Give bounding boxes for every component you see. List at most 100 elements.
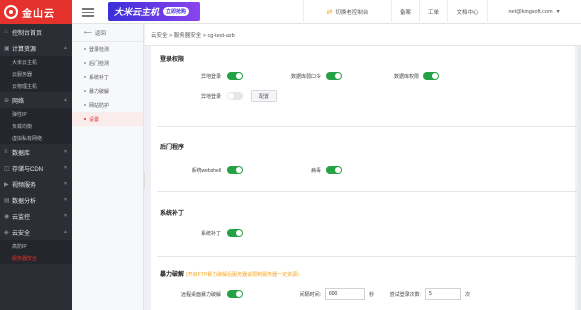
sidebar-subitem-anti-ddos[interactable]: 高防IP xyxy=(0,240,72,252)
sidebar-subitem-physical-host[interactable]: 云物理主机 xyxy=(0,80,72,92)
virus-switch[interactable] xyxy=(326,166,342,174)
section-title-backdoor: 后门程序 xyxy=(160,145,185,151)
db-weak-pwd-switch[interactable] xyxy=(326,72,342,80)
subnav-item-web-protect[interactable]: 网站防护 xyxy=(72,98,143,112)
ticket-link[interactable]: 工单 xyxy=(419,0,447,24)
sidebar-subitem-eip[interactable]: 弹性IP xyxy=(0,108,72,120)
sidebar-item-network[interactable]: ⊕ 网络 ▲ xyxy=(0,92,72,108)
main-content: 云安全 > 服务器安全 > cg-test-azb 登录权限 异地登录 数据库弱… xyxy=(145,24,581,310)
account-menu[interactable]: net@kingsoft.com ▼ xyxy=(487,0,581,24)
breadcrumb: 云安全 > 服务器安全 > cg-test-azb xyxy=(145,24,581,46)
virus-label: 病毒 xyxy=(310,168,321,174)
home-icon: ⌂ xyxy=(4,29,8,35)
bullet-icon xyxy=(84,104,86,106)
sidebar-item-label: 计算资源 xyxy=(12,46,37,53)
top-bar: 金山云 大米云主机 立即抢购 ⇄ 切换老控制台 备案 工单 文档中心 net@k… xyxy=(0,0,581,24)
rdp-bruteforce-switch[interactable] xyxy=(227,290,243,298)
sidebar-subitem-damiyun[interactable]: 大米云主机 xyxy=(0,56,72,68)
abnormal-login-switch[interactable] xyxy=(227,92,243,100)
sidebar: ⌂ 控制台首页 ▣ 计算资源 ▲ 大米云主机 云服务器 云物理主机 ⊕ 网络 ▲… xyxy=(0,24,72,310)
patch-label: 系统补丁 xyxy=(200,231,221,237)
sidebar-item-video[interactable]: ▶ 视频服务 ▼ xyxy=(0,176,72,192)
storage-icon: ◫ xyxy=(4,165,10,172)
logo-text: 金山云 xyxy=(22,8,55,20)
promo-banner[interactable]: 大米云主机 立即抢购 xyxy=(108,2,200,21)
chevron-up-icon: ▲ xyxy=(63,97,68,103)
section-title-login: 登录权限 xyxy=(160,57,185,63)
switch-console-link[interactable]: ⇄ 切换老控制台 xyxy=(303,0,391,24)
sidebar-item-label: 网络 xyxy=(12,98,25,105)
sidebar-subitem-cloud-server[interactable]: 云服务器 xyxy=(0,68,72,80)
bullet-icon xyxy=(84,90,86,92)
bruteforce-hint: (开启FTP暴力破解后服务器会限制服务器一定资源) xyxy=(186,272,299,278)
chevron-down-icon: ▼ xyxy=(63,181,68,187)
db-audit-switch[interactable] xyxy=(423,72,439,80)
promo-banner-tag[interactable]: 立即抢购 xyxy=(163,7,190,16)
sidebar-subitem-server-security[interactable]: 服务器安全 xyxy=(0,252,72,264)
subnav-item-patch[interactable]: 系统补丁 xyxy=(72,70,143,84)
subnav-label: 登录检测 xyxy=(89,46,110,53)
beian-link[interactable]: 备案 xyxy=(391,0,419,24)
login-config-button[interactable]: 配置 xyxy=(251,90,277,102)
rdp-bruteforce-label: 远程桌面暴力破解 xyxy=(180,292,221,298)
logo-icon xyxy=(4,5,18,19)
chart-icon: ▤ xyxy=(4,197,10,204)
interval-label: 间隔时间: xyxy=(299,292,321,298)
bullet-icon xyxy=(84,62,86,64)
switch-console-label: 切换老控制台 xyxy=(335,10,369,16)
subnav-label: 后门检测 xyxy=(89,60,110,67)
section-title-bruteforce: 暴力破解 (开启FTP暴力破解后服务器会限制服务器一定资源) xyxy=(160,269,299,278)
sidebar-item-label: 控制台首页 xyxy=(12,30,43,37)
docs-link[interactable]: 文档中心 xyxy=(447,0,487,24)
brand-logo[interactable]: 金山云 xyxy=(0,0,72,24)
database-icon: ≡ xyxy=(4,149,8,155)
attempts-unit: 次 xyxy=(465,292,471,298)
sidebar-subitem-slb[interactable]: 负载均衡 xyxy=(0,120,72,132)
chevron-up-icon: ▲ xyxy=(63,229,68,235)
account-email: net@kingsoft.com xyxy=(508,9,553,15)
attempts-label: 尝试登录次数: xyxy=(389,292,421,298)
subnav-label: 网站防护 xyxy=(89,102,110,109)
sidebar-item-label: 视频服务 xyxy=(12,182,37,189)
sidebar-item-compute[interactable]: ▣ 计算资源 ▲ xyxy=(0,40,72,56)
webshell-switch[interactable] xyxy=(227,166,243,174)
chevron-down-icon: ▼ xyxy=(63,165,68,171)
subnav-label: 暴力破解 xyxy=(89,88,110,95)
subnav-label: 系统补丁 xyxy=(89,74,110,81)
sidebar-item-monitor[interactable]: ◉ 云监控 ▼ xyxy=(0,208,72,224)
secondary-nav: ⟵ 返回 登录检测 后门检测 系统补丁 暴力破解 网站防护 设置 xyxy=(72,24,144,310)
attempts-input[interactable]: 5 xyxy=(425,288,461,300)
back-label: 返回 xyxy=(94,30,106,37)
sidebar-item-analytics[interactable]: ▤ 数据分析 ▼ xyxy=(0,192,72,208)
remote-login-switch[interactable] xyxy=(227,72,243,80)
bullet-icon xyxy=(84,118,86,120)
subnav-item-login-detect[interactable]: 登录检测 xyxy=(72,42,143,56)
sidebar-item-label: 云安全 xyxy=(12,230,31,237)
swap-icon: ⇄ xyxy=(326,9,333,16)
sidebar-item-database[interactable]: ≡ 数据库 ▼ xyxy=(0,144,72,160)
server-icon: ▣ xyxy=(4,45,10,52)
sidebar-item-storage[interactable]: ◫ 存储与CDN ▼ xyxy=(0,160,72,176)
back-link[interactable]: ⟵ 返回 xyxy=(72,24,143,42)
bullet-icon xyxy=(84,76,86,78)
section-divider xyxy=(157,256,581,257)
subnav-item-bruteforce[interactable]: 暴力破解 xyxy=(72,84,143,98)
sidebar-item-security[interactable]: ◈ 云安全 ▲ xyxy=(0,224,72,240)
hamburger-menu-icon[interactable] xyxy=(82,6,94,18)
sidebar-item-home[interactable]: ⌂ 控制台首页 xyxy=(0,24,72,40)
chevron-down-icon: ▼ xyxy=(63,197,68,203)
chevron-down-icon: ▼ xyxy=(63,149,68,155)
abnormal-login-label: 异地登录 xyxy=(200,94,221,100)
subnav-label: 设置 xyxy=(89,116,100,123)
patch-switch[interactable] xyxy=(227,229,243,237)
sidebar-item-label: 存储与CDN xyxy=(12,166,43,173)
sidebar-subitem-vpc[interactable]: 虚拟私有网络 xyxy=(0,132,72,144)
subnav-item-backdoor[interactable]: 后门检测 xyxy=(72,56,143,70)
subnav-item-settings[interactable]: 设置 xyxy=(72,112,143,126)
settings-panel: 登录权限 异地登录 数据库弱口令 数据库权限 异地登录 配置 后门程序 系统we… xyxy=(151,46,581,310)
interval-input[interactable]: 600 xyxy=(325,288,365,300)
remote-login-label: 异地登录 xyxy=(200,74,221,80)
db-weak-pwd-label: 数据库弱口令 xyxy=(290,74,321,80)
chevron-down-icon: ▼ xyxy=(63,213,68,219)
section-title-patch: 系统补丁 xyxy=(160,211,185,217)
